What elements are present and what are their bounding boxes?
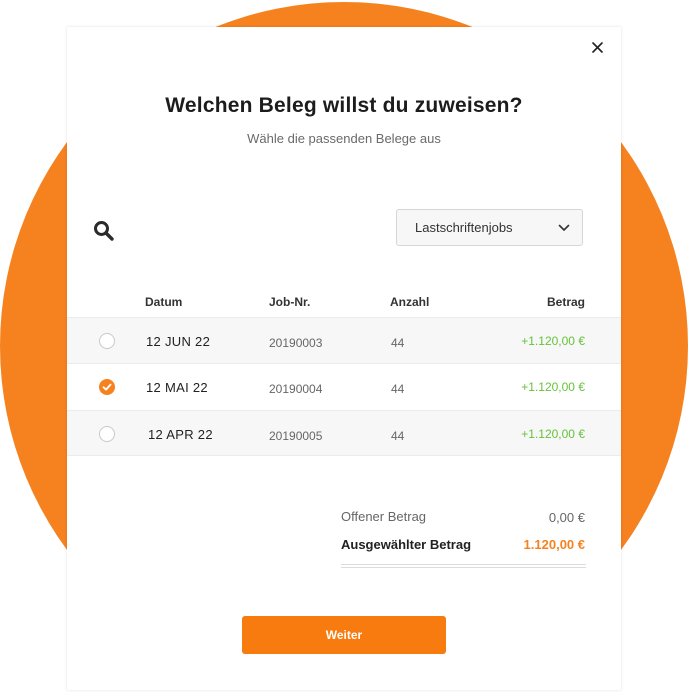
- checkmark-icon: [102, 383, 112, 391]
- row-date: 12 MAI 22: [146, 379, 208, 395]
- next-button[interactable]: Weiter: [242, 616, 446, 654]
- column-header-count: Anzahl: [390, 295, 430, 309]
- close-button[interactable]: [587, 37, 607, 57]
- row-amount: +1.120,00 €: [521, 380, 585, 394]
- dialog-title: Welchen Beleg willst du zuweisen?: [165, 94, 523, 117]
- job-type-select[interactable]: Lastschriftenjobs: [396, 209, 583, 246]
- column-header-job: Job-Nr.: [269, 295, 311, 309]
- row-job-number: 20190005: [269, 429, 323, 443]
- row-amount: +1.120,00 €: [521, 427, 585, 441]
- selected-amount-label: Ausgewählter Betrag: [341, 537, 472, 552]
- table-row[interactable]: 12 MAI 22 20190004 44 +1.120,00 €: [67, 363, 621, 409]
- chevron-down-icon: [558, 224, 570, 231]
- row-amount: +1.120,00 €: [521, 334, 585, 348]
- row-radio[interactable]: [99, 333, 115, 349]
- table-row[interactable]: 12 APR 22 20190005 44 +1.120,00 €: [67, 410, 621, 456]
- row-job-number: 20190003: [269, 336, 323, 350]
- search-icon[interactable]: [93, 220, 115, 242]
- search-button[interactable]: [93, 220, 117, 244]
- column-header-amount: Betrag: [546, 295, 585, 309]
- row-count: 44: [391, 429, 405, 443]
- screenshot-stage: Welchen Beleg willst du zuweisen? Wähle …: [0, 0, 688, 696]
- table-row[interactable]: 12 JUN 22 20190003 44 +1.120,00 €: [67, 317, 621, 363]
- selected-amount-value: 1.120,00 €: [523, 537, 585, 552]
- summary-divider: [341, 564, 586, 568]
- dialog-subtitle: Wähle die passenden Belege aus: [247, 131, 441, 146]
- open-amount-label: Offener Betrag: [341, 509, 427, 524]
- open-amount-value: 0,00 €: [548, 510, 585, 525]
- row-date: 12 APR 22: [148, 426, 213, 442]
- row-job-number: 20190004: [269, 382, 323, 396]
- row-radio[interactable]: [99, 426, 115, 442]
- row-date: 12 JUN 22: [146, 333, 211, 349]
- row-count: 44: [391, 336, 405, 350]
- row-radio-checked[interactable]: [99, 379, 115, 395]
- table-header: Datum Job-Nr. Anzahl Betrag: [67, 295, 621, 315]
- job-type-select-value: Lastschriftenjobs: [415, 220, 513, 235]
- assign-receipt-dialog: Welchen Beleg willst du zuweisen? Wähle …: [67, 27, 621, 690]
- column-header-date: Datum: [145, 295, 183, 309]
- row-count: 44: [391, 382, 405, 396]
- close-icon[interactable]: [591, 41, 603, 53]
